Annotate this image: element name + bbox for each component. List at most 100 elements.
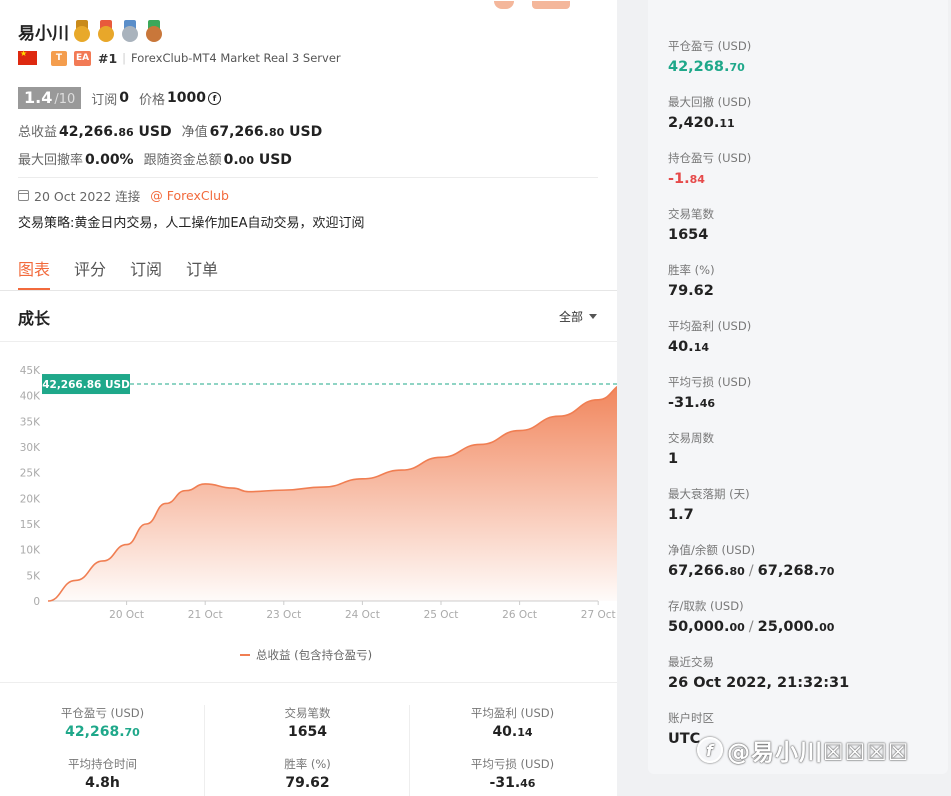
stat-value: 42,268.70: [65, 724, 140, 740]
stat-value: 4.8h: [85, 775, 120, 791]
y-tick-label: 25K: [20, 468, 41, 480]
stat-label: 平均亏损 (USD): [470, 757, 555, 771]
bronze-medal-icon: [144, 20, 164, 42]
total-profit-label: 总收益: [18, 125, 58, 140]
stat-value: 26 Oct 2022, 21:32:31: [668, 675, 850, 691]
stat-label: 最大回撤 (USD): [668, 95, 752, 109]
stat-label: 最近交易: [668, 655, 714, 669]
stat-label: 账户时区: [668, 711, 714, 725]
subscribe-label: 订阅: [91, 92, 118, 108]
bottom-stat-1: 交易笔数 1654: [205, 705, 410, 740]
sidebar-stat-6: 平均亏损 (USD) -31.46: [668, 374, 751, 411]
trader-name-row: 易小川: [18, 18, 168, 44]
max-drawdown-value: 0.00%: [85, 152, 134, 168]
x-tick-label: 24 Oct: [345, 609, 380, 621]
tab-chart[interactable]: 图表: [18, 256, 51, 290]
top-button-wide[interactable]: [532, 1, 570, 9]
stat-label: 交易笔数: [668, 207, 714, 221]
tag-t-badge: T: [51, 50, 67, 66]
calendar-icon: [18, 189, 29, 201]
connected-date: 20 Oct 2022 连接: [34, 188, 141, 204]
stat-label: 平均亏损 (USD): [668, 375, 752, 389]
stat-label: 持仓盈亏 (USD): [668, 151, 752, 165]
legend-label: 总收益 (包含持仓盈亏): [256, 648, 373, 662]
x-tick-label: 20 Oct: [109, 609, 144, 621]
subscribe-count: 0: [119, 90, 130, 106]
bottom-stat-2: 平均盈利 (USD) 40.14: [410, 705, 615, 740]
stat-value: 2,420.11: [668, 115, 735, 131]
china-flag-icon: [18, 49, 37, 65]
stat-value: 1: [668, 451, 679, 467]
stat-label: 最大衰落期 (天): [668, 487, 750, 501]
y-tick-label: 5K: [26, 570, 41, 582]
tab-subscribe[interactable]: 订阅: [130, 256, 162, 290]
sidebar-stat-5: 平均盈利 (USD) 40.14: [668, 318, 751, 355]
x-tick-label: 23 Oct: [266, 609, 301, 621]
range-dropdown[interactable]: 全部: [559, 308, 598, 325]
legend-line-icon: [240, 654, 250, 656]
stat-value: 1654: [668, 227, 709, 243]
rank-badge: #1: [98, 50, 118, 66]
stat-label: 平均盈利 (USD): [668, 319, 752, 333]
sidebar-stat-2: 持仓盈亏 (USD) -1.84: [668, 150, 751, 187]
price-label: 价格: [139, 92, 166, 108]
sidebar-stat-1: 最大回撤 (USD) 2,420.11: [668, 94, 751, 131]
stats-sidebar: 平仓盈亏 (USD) 42,268.70 最大回撤 (USD) 2,420.11 持仓盈…: [648, 0, 948, 774]
tab-orders[interactable]: 订单: [186, 256, 218, 290]
server-name: ForexClub-MT4 Market Real 3 Server: [131, 51, 341, 65]
stat-label: 净值/余额 (USD): [668, 543, 756, 557]
stat-value: 40.14: [668, 339, 709, 355]
stat-value: -1.84: [668, 171, 705, 187]
score-max: /10: [54, 92, 76, 107]
stat-label: 交易周数: [668, 431, 714, 445]
stat-label: 胜率 (%): [284, 757, 331, 771]
trophy-icon: [72, 20, 92, 42]
divider: |: [122, 51, 127, 65]
stat-label: 平仓盈亏 (USD): [60, 706, 145, 720]
stat-value: 40.14: [492, 724, 533, 740]
stat-value: -31.46: [668, 395, 716, 411]
stat-value: 67,266.80/67,268.70: [668, 563, 835, 579]
equity-value: 67,266.80 USD: [209, 124, 323, 140]
drawdown-line: 最大回撤率 0.00% 跟随资金总额 0.00 USD: [18, 149, 302, 169]
tab-rating[interactable]: 评分: [74, 256, 106, 290]
equity-label: 净值: [181, 125, 208, 140]
watermark: f @易小川☒☒☒☒: [697, 733, 909, 767]
sidebar-stat-3: 交易笔数 1654: [668, 206, 714, 243]
growth-title: 成长: [18, 309, 51, 328]
stat-value: 50,000.00/25,000.00: [668, 619, 835, 635]
stat-value: 1.7: [668, 507, 694, 523]
y-tick-label: 20K: [20, 493, 41, 505]
stat-value: 79.62: [668, 283, 714, 299]
medal-list: [72, 20, 168, 42]
watermark-text: @易小川☒☒☒☒: [727, 740, 910, 766]
stat-value: 1654: [288, 724, 327, 740]
stat-label: 平均持仓时间: [68, 757, 137, 771]
bottom-stat-0: 平仓盈亏 (USD) 42,268.70: [0, 705, 205, 740]
tag-ea-badge: EA: [74, 50, 91, 66]
coin-icon: f: [208, 91, 222, 105]
stat-label: 存/取款 (USD): [668, 599, 744, 613]
range-value: 全部: [559, 310, 584, 324]
x-tick-label: 21 Oct: [188, 609, 223, 621]
growth-chart[interactable]: 0 5K 10K 15K 20K 25K 30K 35K 40K 45K 20 Oct 21 Oct 2…: [0, 352, 617, 632]
sidebar-stat-4: 胜率 (%) 79.62: [668, 262, 715, 299]
y-tick-label: 0: [33, 596, 40, 608]
growth-divider: [0, 341, 617, 342]
broker-link[interactable]: @ ForexClub: [150, 188, 229, 203]
page: 易小川 T EA #1 | ForexClub-MT4 Market Real …: [0, 0, 951, 796]
top-button-round[interactable]: [494, 1, 514, 9]
y-tick-label: 15K: [20, 519, 41, 531]
y-tick-label: 40K: [20, 391, 41, 403]
top-buttons: [494, 0, 588, 13]
max-drawdown-label: 最大回撤率: [18, 153, 84, 168]
caret-down-icon: [589, 314, 598, 319]
total-profit-value: 42,266.86 USD: [59, 124, 172, 140]
follow-funds-label: 跟随资金总额: [143, 153, 222, 168]
y-tick-label: 35K: [20, 416, 41, 428]
deposit-stat: 存/取款 (USD) 50,000.00/25,000.00: [668, 598, 834, 635]
chart-legend[interactable]: 总收益 (包含持仓盈亏): [240, 647, 372, 663]
strategy-text: 交易策略:黄金日内交易，人工操作加EA自动交易，欢迎订阅: [18, 216, 365, 231]
trader-name: 易小川: [18, 23, 69, 44]
watermark-logo-icon: f: [697, 737, 723, 763]
